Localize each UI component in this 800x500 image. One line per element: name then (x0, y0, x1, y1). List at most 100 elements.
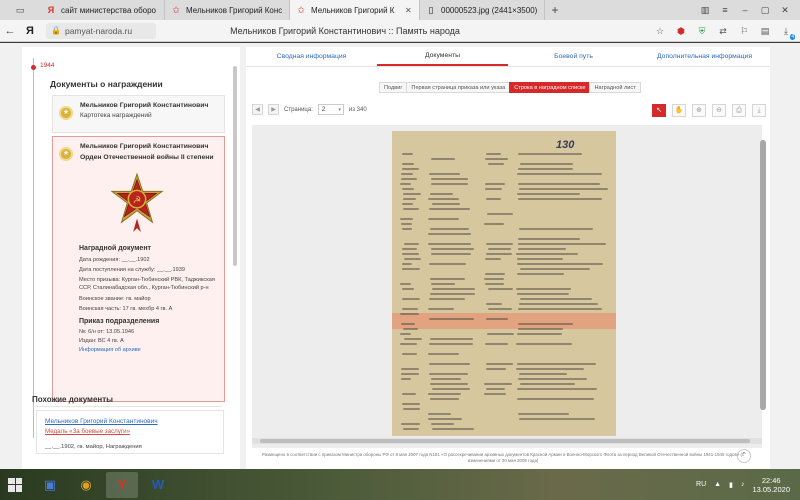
url-field[interactable]: 🔒 pamyat-naroda.ru (46, 22, 156, 39)
document-text-stroke (517, 363, 596, 365)
service-date: Дата поступления на службу: __.__.1939 (79, 267, 185, 273)
similar-person-link[interactable]: Мельников Григорий Константинович (45, 418, 158, 425)
volume-icon[interactable]: ♪ (741, 481, 745, 488)
new-tab-button[interactable]: + (545, 0, 565, 20)
tab-combat-path[interactable]: Боевой путь (508, 47, 639, 66)
award-card-file[interactable]: ★ Мельников Григорий Константинович Карт… (52, 95, 225, 133)
clock[interactable]: 22:46 13.05.2020 (752, 476, 790, 494)
protect-icon[interactable]: ⚐ (738, 25, 750, 37)
archive-info-link[interactable]: Информация об архиве (79, 347, 141, 353)
hand-tool-icon[interactable]: ✋ (672, 104, 686, 117)
document-text-stroke (487, 213, 514, 215)
subtab-award-sheet[interactable]: Наградной лист (589, 82, 641, 93)
network-icon[interactable]: ▮ (729, 481, 733, 489)
archive-document-image[interactable]: 130 (392, 131, 616, 436)
document-text-stroke (484, 383, 512, 385)
zoom-in-icon[interactable]: ⊕ (692, 104, 706, 117)
document-text-stroke (516, 343, 573, 345)
taskbar-yandex-icon[interactable]: Y (106, 471, 138, 498)
scroll-thumb[interactable] (760, 140, 766, 410)
document-text-stroke (516, 368, 584, 370)
tab-manager-icon[interactable]: ▭ (15, 5, 25, 15)
address-bar: ← Я 🔒 pamyat-naroda.ru Мельников Григори… (0, 20, 800, 42)
yandex-home-icon[interactable]: Я (20, 25, 40, 37)
page-select[interactable]: 2 ▾ (317, 104, 344, 115)
tab-additional-info[interactable]: Дополнительная информация (639, 47, 770, 66)
tab-summary[interactable]: Сводная информация (246, 47, 377, 66)
timeline-year: 1944 (40, 62, 55, 69)
document-text-stroke (516, 398, 595, 400)
similar-doc-card[interactable]: Мельников Григорий Константинович Медаль… (36, 410, 224, 454)
browser-tab-3[interactable]: ✩ Мельников Григорий К ✕ (290, 0, 420, 20)
bookmark-icon[interactable]: ☆ (654, 25, 666, 37)
subtab-award-list-row[interactable]: Строка в наградном списке (509, 82, 591, 93)
taskbar-media-icon[interactable]: ◉ (70, 472, 102, 498)
bookmarks-icon[interactable]: ▥ (700, 5, 710, 15)
document-text-stroke (400, 333, 412, 335)
start-button[interactable] (0, 469, 30, 500)
award-card-order[interactable]: ★ Мельников Григорий Константинович Орде… (52, 136, 225, 402)
viewer-horizontal-scrollbar[interactable] (252, 438, 762, 444)
tab-label: Мельников Григорий Конс (186, 5, 283, 15)
translate-icon[interactable]: ⇄ (717, 25, 729, 37)
browser-tab-1[interactable]: Я сайт министерства оборо (40, 0, 165, 20)
page-pager: ◀ ▶ Страница: 2 ▾ из 340 (252, 104, 367, 115)
document-text-stroke (402, 208, 420, 210)
similar-award-link[interactable]: Медаль «За боевые заслуги» (45, 428, 130, 435)
viewer-vertical-scrollbar[interactable] (760, 140, 766, 410)
taskbar-save-icon[interactable]: ▣ (34, 472, 66, 498)
clock-date: 13.05.2020 (752, 484, 790, 494)
divider (32, 406, 222, 407)
subtab-order-first-page[interactable]: Первая страница приказа или указа (406, 82, 511, 93)
zoom-out-icon[interactable]: ⊖ (712, 104, 726, 117)
close-tab-icon[interactable]: ✕ (405, 6, 413, 15)
document-text-stroke (428, 373, 468, 375)
card-person-name: Мельников Григорий Константинович (80, 143, 209, 150)
download-badge: 4 (790, 33, 795, 40)
toolbar-icons: ☆ ⬢ ⛨ ⇄ ⚐ ▤ ⤓ 4 (654, 25, 800, 40)
download-icon[interactable]: ⤓ (752, 104, 766, 117)
tab-documents[interactable]: Документы (377, 47, 508, 66)
pointer-tool-icon[interactable]: ↖ (652, 104, 666, 117)
left-scrollbar[interactable] (233, 66, 237, 266)
document-text-stroke (486, 318, 509, 320)
tab-strip-left: ▭ (0, 0, 40, 20)
tab-label: 00000523.jpg (2441×3500) (441, 5, 538, 15)
document-text-stroke (400, 283, 412, 285)
document-text-stroke (431, 288, 476, 290)
print-icon[interactable]: ⎙ (732, 104, 746, 117)
extension-icon[interactable]: ⬢ (675, 25, 687, 37)
lock-icon: 🔒 (51, 26, 61, 35)
document-text-stroke (403, 428, 419, 430)
scroll-thumb[interactable] (260, 439, 750, 443)
maximize-icon[interactable]: ▢ (760, 5, 770, 15)
download-icon[interactable]: ⤓ 4 (780, 25, 795, 40)
back-icon[interactable]: ← (0, 25, 20, 37)
similar-meta: __.__.1902, гв. майор, Награждения (45, 444, 142, 450)
similar-docs-title: Похожие документы (32, 395, 113, 404)
close-window-icon[interactable]: ✕ (780, 5, 790, 15)
star-icon: ✩ (172, 4, 180, 15)
shield-icon[interactable]: ⛨ (696, 25, 708, 37)
minimize-icon[interactable]: – (740, 5, 750, 15)
menu-icon[interactable]: ≡ (720, 5, 730, 15)
document-text-stroke (519, 188, 608, 190)
document-text-stroke (517, 328, 563, 330)
document-text-stroke (429, 298, 465, 300)
medal-icon: ★ (59, 147, 73, 161)
tray-arrow-icon[interactable]: ▲ (714, 481, 721, 488)
reader-icon[interactable]: ▤ (759, 25, 771, 37)
taskbar-word-icon[interactable]: W (142, 472, 174, 498)
prev-page-button[interactable]: ◀ (252, 104, 263, 115)
browser-tab-2[interactable]: ✩ Мельников Григорий Конс (165, 0, 290, 20)
document-text-stroke (428, 393, 461, 395)
subtab-feat[interactable]: Подвиг (379, 82, 408, 93)
document-text-stroke (431, 178, 469, 180)
document-text-stroke (517, 168, 574, 170)
language-indicator[interactable]: RU (696, 481, 706, 488)
document-text-stroke (400, 323, 416, 325)
document-text-stroke (428, 233, 471, 235)
document-text-stroke (430, 183, 468, 185)
next-page-button[interactable]: ▶ (268, 104, 279, 115)
browser-tab-4[interactable]: ▯ 00000523.jpg (2441×3500) (420, 0, 545, 20)
